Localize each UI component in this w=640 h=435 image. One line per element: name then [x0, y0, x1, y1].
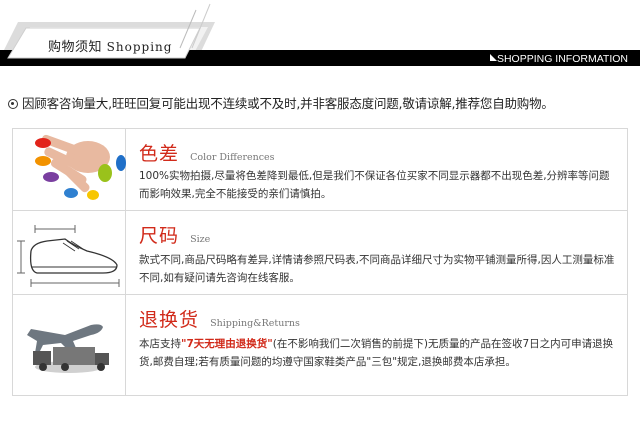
section-image-cell [13, 211, 126, 294]
returns-highlight: "7天无理由退换货" [181, 338, 273, 350]
header-title-cn: 购物须知 [48, 40, 103, 55]
section-description: 本店支持"7天无理由退换货"(在不影响我们二次销售的前提下)无质量的产品在签收7… [139, 335, 617, 371]
header-title-en: Shopping [106, 40, 173, 54]
triangle-icon [490, 54, 497, 61]
notice-line: 因顾客咨询量大,旺旺回复可能出现不连续或不及时,并非客服态度问题,敬请谅解,推荐… [8, 93, 554, 112]
section-title-cn: 色差 [139, 143, 180, 165]
section-title-en: Shipping&Returns [210, 318, 300, 329]
section-title-cn: 退换货 [139, 309, 200, 331]
section-title: 尺码 Size [139, 221, 210, 248]
shopping-information-label: SHOPPING INFORMATION [496, 53, 628, 65]
shopping-header-banner: 购物须知 Shopping SHOPPING INFORMATION [0, 0, 640, 68]
shopping-info-table: 色差 Color Differences 100%实物拍摄,尽量将色差降到最低,… [12, 128, 628, 396]
shoe-measure-icon [17, 225, 120, 287]
airplane-truck-icon [27, 324, 109, 373]
section-description: 100%实物拍摄,尽量将色差降到最低,但是我们不保证各位买家不同显示器都不出现色… [139, 170, 610, 200]
section-title-cn: 尺码 [139, 225, 180, 247]
section-title-en: Size [190, 234, 211, 245]
section-title: 退换货 Shipping&Returns [139, 305, 300, 332]
section-description: 款式不同,商品尺码略有差异,详情请参照尺码表,不同商品详细尺寸为实物平铺测量所得… [139, 254, 615, 284]
notice-text: 因顾客咨询量大,旺旺回复可能出现不连续或不及时,并非客服态度问题,敬请谅解,推荐… [22, 96, 554, 111]
section-title: 色差 Color Differences [139, 139, 275, 166]
section-image-cell [13, 295, 126, 395]
section-title-en: Color Differences [190, 152, 275, 163]
header-tab-title: 购物须知 Shopping [48, 36, 172, 55]
section-image-cell [13, 129, 126, 210]
section-color-differences: 色差 Color Differences 100%实物拍摄,尽量将色差降到最低,… [13, 129, 627, 211]
section-size: 尺码 Size 款式不同,商品尺码略有差异,详情请参照尺码表,不同商品详细尺寸为… [13, 211, 627, 295]
painted-fingers-icon [35, 134, 126, 200]
section-shipping-returns: 退换货 Shipping&Returns 本店支持"7天无理由退换货"(在不影响… [13, 295, 627, 395]
returns-desc-prefix: 本店支持 [139, 338, 181, 350]
bullet-icon [8, 99, 18, 109]
